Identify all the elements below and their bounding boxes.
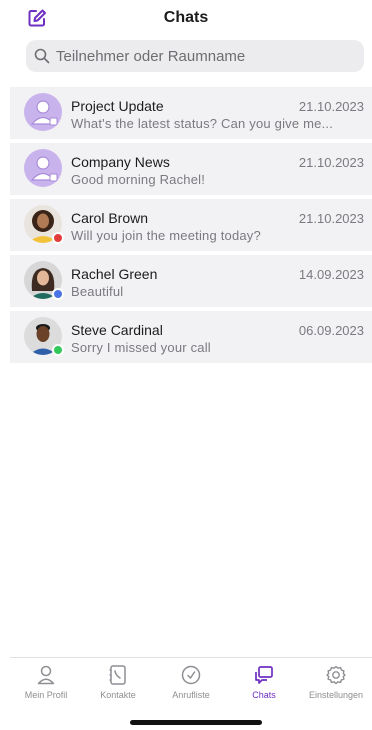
chat-preview: Sorry I missed your call [71, 340, 211, 355]
person-icon [37, 665, 55, 685]
tab-anrufliste[interactable]: Anrufliste [155, 664, 227, 700]
search-icon [34, 48, 50, 64]
chat-name: Project Update [71, 98, 164, 114]
avatar [24, 205, 64, 244]
chat-preview: What's the latest status? Can you give m… [71, 116, 334, 131]
tab-label: Mein Profil [24, 690, 68, 700]
chat-icon [255, 666, 273, 684]
tab-label: Kontakte [100, 690, 136, 700]
chat-row-rachel-green[interactable]: Rachel Green Beautiful 14.09.2023 [10, 255, 372, 307]
tab-einstellungen[interactable]: Einstellungen [300, 664, 372, 700]
group-avatar-icon [24, 149, 62, 187]
chat-row-carol-brown[interactable]: Carol Brown Will you join the meeting to… [10, 199, 372, 251]
chat-name: Steve Cardinal [71, 322, 163, 338]
tab-mein-profil[interactable]: Mein Profil [10, 664, 82, 700]
tab-label: Anrufliste [172, 690, 210, 700]
call-log-icon [181, 665, 201, 685]
chat-row-project-update[interactable]: Project Update What's the latest status?… [10, 87, 372, 139]
chat-date: 06.09.2023 [298, 323, 364, 338]
chat-date: 21.10.2023 [298, 211, 364, 226]
chat-list: Project Update What's the latest status?… [10, 87, 372, 367]
tab-kontakte[interactable]: Kontakte [82, 664, 154, 700]
chat-date: 21.10.2023 [298, 155, 364, 170]
avatar [24, 149, 62, 187]
tab-label: Einstellungen [308, 690, 364, 700]
chat-name: Rachel Green [71, 266, 158, 282]
header: Chats [0, 0, 372, 36]
group-avatar-icon [24, 93, 62, 131]
status-busy-icon [52, 232, 64, 244]
chat-date: 14.09.2023 [298, 267, 364, 282]
tab-chats[interactable]: Chats [228, 664, 300, 700]
avatar [24, 93, 62, 131]
search-bar[interactable] [26, 40, 364, 72]
search-input[interactable] [56, 47, 356, 65]
tab-bar: Mein Profil Kontakte Anrufliste Chats Ei… [10, 657, 372, 709]
tab-label: Chats [252, 690, 276, 700]
chat-row-steve-cardinal[interactable]: Steve Cardinal Sorry I missed your call … [10, 311, 372, 363]
page-title: Chats [163, 9, 209, 26]
home-indicator[interactable] [130, 720, 262, 725]
gear-icon [326, 665, 346, 685]
chat-name: Company News [71, 154, 170, 170]
chat-row-company-news[interactable]: Company News Good morning Rachel! 21.10.… [10, 143, 372, 195]
contacts-icon [109, 665, 126, 685]
status-away-icon [52, 288, 64, 300]
chat-name: Carol Brown [71, 210, 149, 226]
chat-date: 21.10.2023 [298, 99, 364, 114]
avatar [24, 317, 64, 356]
chat-preview: Will you join the meeting today? [71, 228, 261, 243]
avatar [24, 261, 64, 300]
chat-preview: Beautiful [71, 284, 124, 299]
status-online-icon [52, 344, 64, 356]
chat-preview: Good morning Rachel! [71, 172, 206, 187]
